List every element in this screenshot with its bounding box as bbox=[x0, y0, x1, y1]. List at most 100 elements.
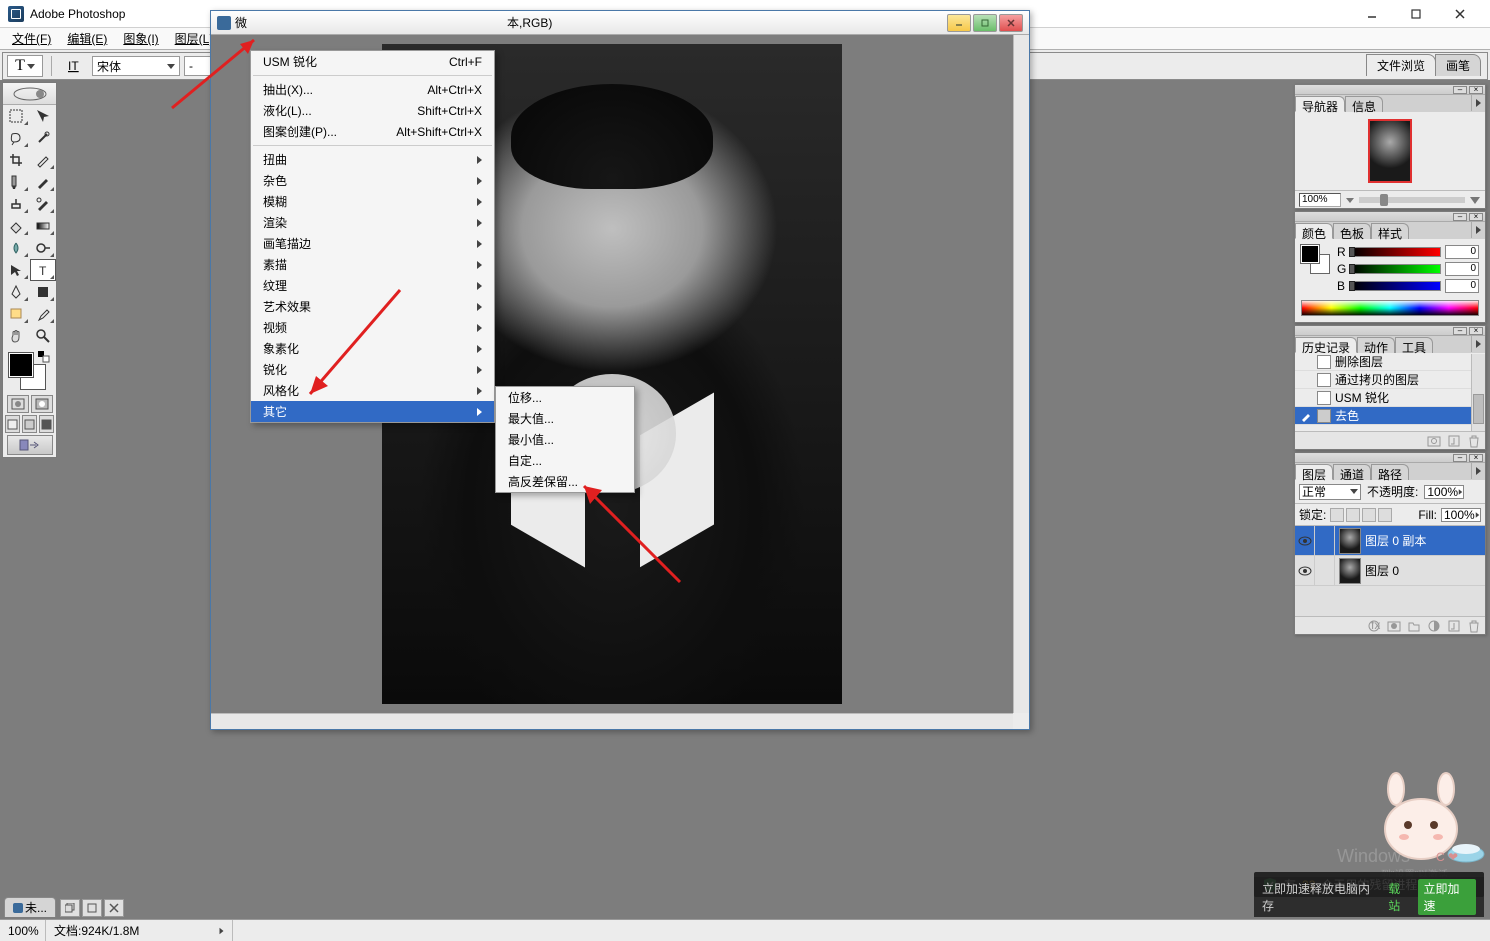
panel-minimize-button[interactable]: – bbox=[1453, 213, 1467, 221]
layers-tab[interactable]: 图层 bbox=[1295, 464, 1333, 480]
brush-tool[interactable] bbox=[30, 171, 57, 193]
adjustment-layer-icon[interactable] bbox=[1427, 619, 1441, 633]
layer-name[interactable]: 图层 0 副本 bbox=[1365, 532, 1426, 549]
default-colors-icon[interactable] bbox=[38, 351, 50, 363]
layer-row[interactable]: 图层 0 bbox=[1295, 556, 1485, 586]
clone-stamp-tool[interactable] bbox=[3, 193, 30, 215]
marquee-tool[interactable] bbox=[3, 105, 30, 127]
color-spectrum[interactable] bbox=[1301, 300, 1479, 316]
slice-tool[interactable] bbox=[30, 149, 57, 171]
delete-layer-icon[interactable] bbox=[1467, 619, 1481, 633]
filter-sharpen[interactable]: 锐化 bbox=[251, 359, 494, 380]
zoom-out-icon[interactable] bbox=[1345, 195, 1355, 205]
snapshot-icon[interactable] bbox=[1427, 434, 1441, 448]
opacity-input[interactable]: 100% bbox=[1424, 485, 1464, 499]
info-tab[interactable]: 信息 bbox=[1345, 96, 1383, 112]
filter-video[interactable]: 视频 bbox=[251, 317, 494, 338]
styles-tab[interactable]: 样式 bbox=[1371, 223, 1409, 239]
filter-pixelate[interactable]: 象素化 bbox=[251, 338, 494, 359]
notes-tool[interactable] bbox=[3, 303, 30, 325]
menu-file[interactable]: 文件(F) bbox=[4, 28, 59, 49]
panel-minimize-button[interactable]: – bbox=[1453, 454, 1467, 462]
lock-all-icon[interactable] bbox=[1378, 508, 1392, 522]
jump-to-imageready-button[interactable] bbox=[7, 435, 53, 455]
tab-brushes[interactable]: 画笔 bbox=[1435, 54, 1481, 76]
zoom-tool[interactable] bbox=[30, 325, 57, 347]
screen-full-button[interactable] bbox=[39, 415, 54, 433]
screen-standard-button[interactable] bbox=[5, 415, 20, 433]
filter-extract[interactable]: 抽出(X)...Alt+Ctrl+X bbox=[251, 79, 494, 100]
window-minimize-button[interactable] bbox=[1350, 0, 1394, 28]
dodge-tool[interactable] bbox=[30, 237, 57, 259]
doc-tab-maximize-button[interactable] bbox=[82, 899, 102, 917]
tools-tab[interactable]: 工具 bbox=[1395, 337, 1433, 353]
accelerate-button[interactable]: 立即加速 bbox=[1418, 879, 1477, 915]
system-tray-notification-line2[interactable]: 立即加速释放电脑内存 载站 立即加速 bbox=[1254, 877, 1484, 917]
filter-stylize[interactable]: 风格化 bbox=[251, 380, 494, 401]
blend-mode-select[interactable]: 正常 bbox=[1299, 484, 1361, 500]
zoom-in-icon[interactable] bbox=[1469, 194, 1481, 206]
filter-artistic[interactable]: 艺术效果 bbox=[251, 296, 494, 317]
panel-menu-button[interactable] bbox=[1471, 222, 1485, 238]
g-slider[interactable] bbox=[1351, 264, 1441, 274]
lock-position-icon[interactable] bbox=[1362, 508, 1376, 522]
gradient-tool[interactable] bbox=[30, 215, 57, 237]
document-scrollbar-horizontal[interactable] bbox=[211, 713, 1013, 729]
doc-tab-close-button[interactable] bbox=[104, 899, 124, 917]
submenu-minimum[interactable]: 最小值... bbox=[496, 429, 634, 450]
navigator-tab[interactable]: 导航器 bbox=[1295, 96, 1345, 112]
window-close-button[interactable] bbox=[1438, 0, 1482, 28]
g-input[interactable]: 0 bbox=[1445, 262, 1479, 276]
status-zoom[interactable]: 100% bbox=[0, 920, 46, 941]
move-tool[interactable] bbox=[30, 105, 57, 127]
b-input[interactable]: 0 bbox=[1445, 279, 1479, 293]
filter-other[interactable]: 其它 bbox=[251, 401, 494, 422]
document-titlebar[interactable]: 微 本,RGB) bbox=[211, 11, 1029, 35]
hand-tool[interactable] bbox=[3, 325, 30, 347]
doc-close-button[interactable] bbox=[999, 14, 1023, 32]
filter-blur[interactable]: 模糊 bbox=[251, 191, 494, 212]
healing-brush-tool[interactable] bbox=[3, 171, 30, 193]
doc-tab-restore-button[interactable] bbox=[60, 899, 80, 917]
filter-pattern[interactable]: 图案创建(P)...Alt+Shift+Ctrl+X bbox=[251, 121, 494, 142]
submenu-high-pass[interactable]: 高反差保留... bbox=[496, 471, 634, 492]
history-tab[interactable]: 历史记录 bbox=[1295, 337, 1357, 353]
filter-sketch[interactable]: 素描 bbox=[251, 254, 494, 275]
history-brush-tool[interactable] bbox=[30, 193, 57, 215]
layer-style-icon[interactable]: fx bbox=[1367, 619, 1381, 633]
pen-tool[interactable] bbox=[3, 281, 30, 303]
panel-close-button[interactable]: × bbox=[1469, 454, 1483, 462]
doc-maximize-button[interactable] bbox=[973, 14, 997, 32]
quick-mask-button[interactable] bbox=[31, 395, 53, 413]
b-slider[interactable] bbox=[1351, 281, 1441, 291]
lock-transparent-icon[interactable] bbox=[1330, 508, 1344, 522]
submenu-maximum[interactable]: 最大值... bbox=[496, 408, 634, 429]
panel-menu-button[interactable] bbox=[1471, 95, 1485, 111]
layer-name[interactable]: 图层 0 bbox=[1365, 562, 1399, 579]
history-scrollbar[interactable] bbox=[1471, 354, 1485, 431]
shape-tool[interactable] bbox=[30, 281, 57, 303]
filter-texture[interactable]: 纹理 bbox=[251, 275, 494, 296]
layer-set-icon[interactable] bbox=[1407, 619, 1421, 633]
submenu-offset[interactable]: 位移... bbox=[496, 387, 634, 408]
navigator-zoom-slider[interactable] bbox=[1359, 197, 1465, 203]
layer-row-selected[interactable]: 图层 0 副本 bbox=[1295, 526, 1485, 556]
tab-file-browse[interactable]: 文件浏览 bbox=[1366, 54, 1436, 76]
color-tab[interactable]: 颜色 bbox=[1295, 223, 1333, 239]
actions-tab[interactable]: 动作 bbox=[1357, 337, 1395, 353]
path-select-tool[interactable] bbox=[3, 259, 30, 281]
filter-render[interactable]: 渲染 bbox=[251, 212, 494, 233]
filter-distort[interactable]: 扭曲 bbox=[251, 149, 494, 170]
filter-noise[interactable]: 杂色 bbox=[251, 170, 494, 191]
new-layer-icon[interactable] bbox=[1447, 619, 1461, 633]
r-input[interactable]: 0 bbox=[1445, 245, 1479, 259]
lock-pixels-icon[interactable] bbox=[1346, 508, 1360, 522]
navigator-preview[interactable] bbox=[1295, 112, 1485, 190]
filter-liquify[interactable]: 液化(L)...Shift+Ctrl+X bbox=[251, 100, 494, 121]
document-tab[interactable]: 未... bbox=[4, 897, 56, 917]
document-scrollbar-vertical[interactable] bbox=[1013, 35, 1029, 713]
swatches-tab[interactable]: 色板 bbox=[1333, 223, 1371, 239]
channels-tab[interactable]: 通道 bbox=[1333, 464, 1371, 480]
menu-image[interactable]: 图象(I) bbox=[115, 28, 166, 49]
menu-edit[interactable]: 编辑(E) bbox=[59, 28, 115, 49]
